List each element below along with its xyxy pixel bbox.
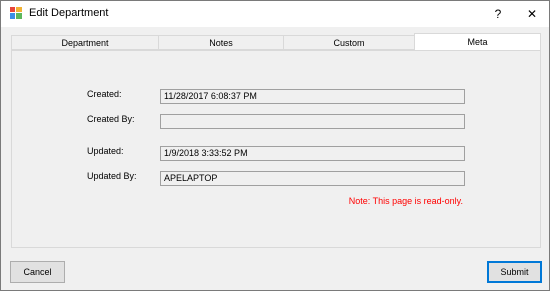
- tab-department[interactable]: Department: [11, 35, 159, 50]
- cancel-button[interactable]: Cancel: [10, 261, 65, 283]
- created-label: Created:: [87, 89, 122, 99]
- edit-department-dialog: Edit Department ? ✕ Department Notes Cus…: [0, 0, 550, 291]
- close-icon[interactable]: ✕: [514, 1, 550, 27]
- tab-custom[interactable]: Custom: [283, 35, 415, 50]
- app-icon: [10, 7, 22, 19]
- tab-notes[interactable]: Notes: [158, 35, 284, 50]
- meta-tab-panel: Created: 11/28/2017 6:08:37 PM Created B…: [11, 50, 541, 248]
- updated-by-field[interactable]: APELAPTOP: [160, 171, 465, 186]
- created-by-label: Created By:: [87, 114, 135, 124]
- updated-by-label: Updated By:: [87, 171, 137, 181]
- window-title: Edit Department: [29, 7, 109, 19]
- tab-strip: Department Notes Custom Meta: [11, 33, 541, 51]
- help-button[interactable]: ?: [480, 1, 516, 27]
- created-field[interactable]: 11/28/2017 6:08:37 PM: [160, 89, 465, 104]
- tab-meta[interactable]: Meta: [414, 33, 541, 51]
- updated-label: Updated:: [87, 146, 124, 156]
- read-only-note: Note: This page is read-only.: [348, 196, 463, 206]
- submit-button[interactable]: Submit: [487, 261, 542, 283]
- created-by-field[interactable]: [160, 114, 465, 129]
- title-bar: Edit Department ? ✕: [1, 1, 549, 27]
- updated-field[interactable]: 1/9/2018 3:33:52 PM: [160, 146, 465, 161]
